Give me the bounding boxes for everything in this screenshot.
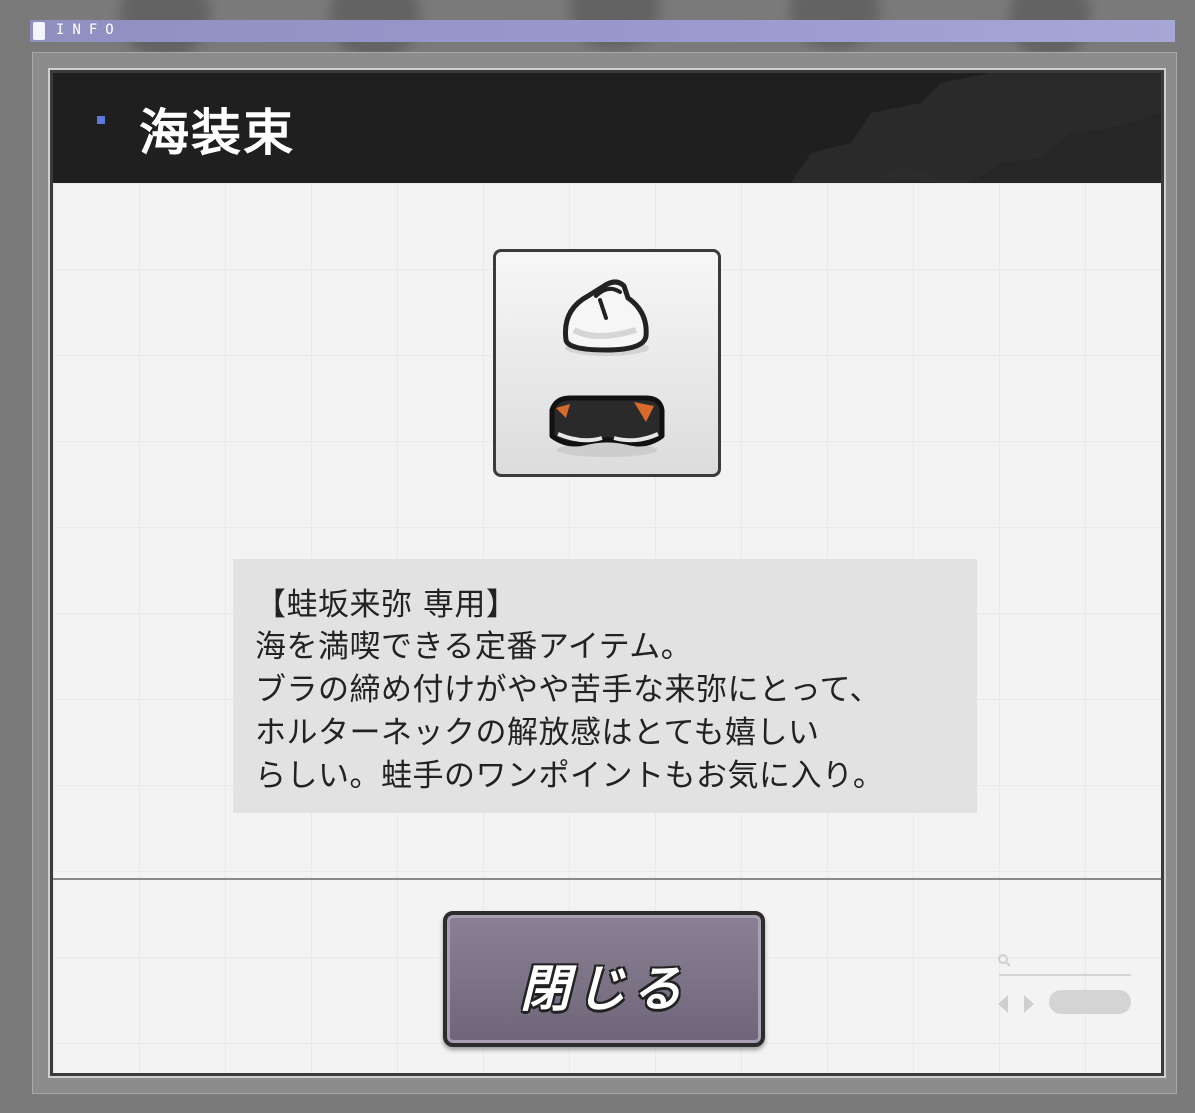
info-label: INFO <box>56 22 122 38</box>
search-icon[interactable] <box>997 953 1013 969</box>
close-button-label: 閉じる <box>520 960 688 1018</box>
divider <box>53 878 1161 880</box>
close-button[interactable]: 閉じる <box>443 911 765 1047</box>
title-bullet-icon <box>97 116 105 124</box>
description-line: 【蛙坂来弥 専用】 <box>255 587 518 623</box>
info-marker <box>33 22 45 40</box>
description-line: 海を満喫できる定番アイテム。 <box>255 629 693 665</box>
description-line: ホルターネックの解放感はとても嬉しい <box>255 715 820 751</box>
arrow-left-icon[interactable] <box>995 993 1011 1015</box>
description-line: ブラの締め付けがやや苦手な来弥にとって、 <box>255 672 881 708</box>
dialog-title: 海装束 <box>139 104 295 162</box>
item-info-dialog: 海装束 【蛙坂来弥 専用】 海を満喫できる定番アイテム。 ブラの締め付けがやや苦… <box>50 70 1164 1076</box>
swimsuit-icon <box>493 249 721 477</box>
arrow-right-icon[interactable] <box>1021 993 1037 1015</box>
description-line: らしい。蛙手のワンポイントもお気に入り。 <box>255 758 885 794</box>
item-description: 【蛙坂来弥 専用】 海を満喫できる定番アイテム。 ブラの締め付けがやや苦手な来弥… <box>233 559 977 813</box>
scroll-handle[interactable] <box>1049 990 1131 1014</box>
info-bar: INFO <box>30 20 1175 42</box>
map-decoration <box>791 73 1161 183</box>
title-bar: 海装束 <box>53 73 1161 183</box>
swimsuit-image <box>549 279 665 457</box>
search-field-line <box>999 974 1131 976</box>
